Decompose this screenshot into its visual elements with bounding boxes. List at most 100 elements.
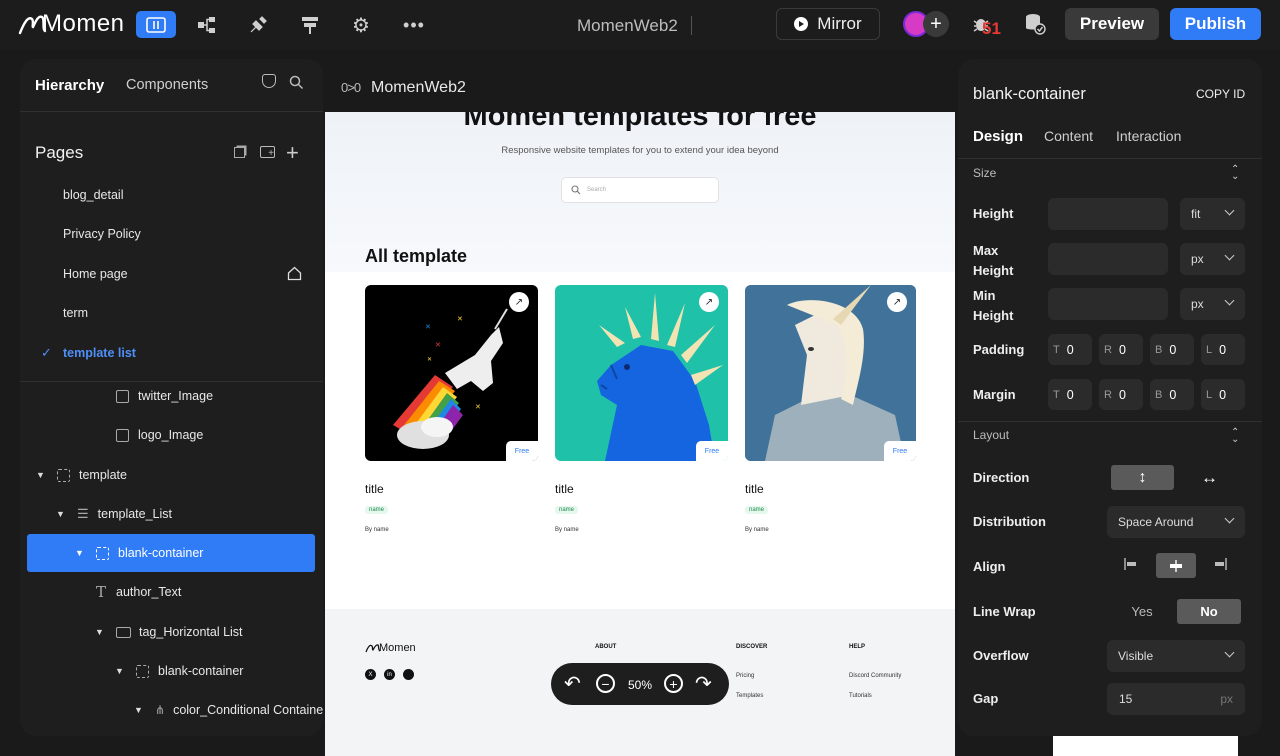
add-collaborator-icon[interactable]: + [923,11,949,37]
open-link-icon[interactable]: ↗ [509,292,529,312]
tree-row-template-list[interactable]: ▼ ☰ template_List [56,495,172,533]
tree-row-blank-container[interactable]: ▼ blank-container [115,652,243,690]
expand-arrow-icon[interactable]: ▼ [36,470,50,480]
overflow-select[interactable]: Visible [1107,640,1245,672]
expand-arrow-icon[interactable]: ▼ [75,548,89,558]
template-card-image[interactable]: ↗ Free [745,285,916,461]
padding-left-input[interactable]: L0 [1201,334,1245,365]
hero-subtitle: Responsive website templates for you to … [501,145,779,156]
redo-icon[interactable]: ↷ [695,671,712,696]
line-wrap-no-button[interactable]: No [1177,599,1241,624]
duplicate-page-icon[interactable] [234,147,245,158]
preview-button[interactable]: Preview [1065,8,1159,40]
tree-row-twitter-image[interactable]: twitter_Image [116,377,213,415]
collapse-layout-icon[interactable]: ⌃ ⌄ [1231,428,1239,445]
margin-left-input[interactable]: L0 [1201,379,1245,410]
search-icon[interactable] [289,75,304,90]
settings-gear-icon[interactable]: ⚙ [348,12,374,38]
section-divider [958,421,1262,422]
svg-text:✕: ✕ [425,324,431,331]
page-item-template-list[interactable]: template list [63,346,136,360]
expand-arrow-icon[interactable]: ▼ [115,666,129,676]
padding-right-input[interactable]: R0 [1099,334,1143,365]
line-wrap-yes-button[interactable]: Yes [1110,599,1174,624]
min-height-unit-value: px [1191,297,1204,311]
data-model-icon[interactable] [194,12,220,38]
tab-content[interactable]: Content [1044,128,1093,144]
page-item-home-page[interactable]: Home page [63,267,128,281]
tree-row-tag-horizontal-list[interactable]: ▼ tag_Horizontal List [95,613,243,651]
min-height-unit-select[interactable]: px [1180,288,1245,320]
expand-arrow-icon[interactable]: ▼ [134,705,148,715]
footer-link-tutorials[interactable]: Tutorials [849,693,872,699]
page-item-privacy-policy[interactable]: Privacy Policy [63,227,141,241]
card-title: title [365,482,384,496]
tree-row-blank-container-selected[interactable]: ▼ blank-container [27,534,315,572]
api-icon[interactable] [297,12,323,38]
free-badge: Free [696,441,728,461]
footer-link-templates[interactable]: Templates [736,693,763,699]
margin-top-input[interactable]: T0 [1048,379,1092,410]
footer-heading-help: HELP [849,644,866,650]
tree-row-author-text[interactable]: T author_Text [96,573,181,611]
zoom-out-icon[interactable]: − [596,674,615,693]
expand-arrow-icon[interactable]: ▼ [95,627,109,637]
tab-interaction[interactable]: Interaction [1116,128,1181,144]
tab-design[interactable]: Design [973,128,1023,145]
height-unit-select[interactable]: fit [1180,198,1245,230]
more-icon[interactable]: ••• [401,12,427,38]
align-start-icon[interactable] [1124,557,1138,571]
tab-components[interactable]: Components [126,77,208,93]
actions-icon[interactable] [245,12,271,38]
canvas-breadcrumb[interactable]: MomenWeb2 [371,79,466,97]
align-center-button[interactable] [1156,553,1196,578]
expand-arrow-icon[interactable]: ▼ [56,509,70,519]
database-check-icon[interactable] [1023,12,1047,36]
margin-left-value: 0 [1219,387,1227,402]
direction-horizontal-button[interactable]: ↔ [1197,465,1222,490]
footer-logo: Momen [365,642,416,654]
footer-link-pricing[interactable]: Pricing [736,673,754,679]
linkedin-icon[interactable]: in [384,669,395,680]
page-canvas[interactable]: Momen templates for free Responsive webs… [325,112,955,756]
zoom-in-icon[interactable]: + [664,674,683,693]
padding-bottom-input[interactable]: B0 [1150,334,1194,365]
distribution-select[interactable]: Space Around [1107,506,1245,538]
mirror-button[interactable]: Mirror [776,8,880,40]
footer-link-discord[interactable]: Discord Community [849,673,901,679]
publish-button[interactable]: Publish [1170,8,1261,40]
direction-vertical-button[interactable]: ↕ [1111,465,1174,490]
add-page-icon[interactable]: + [286,140,299,166]
template-card-image[interactable]: ✕ ✕ ✕ ✕ ✕ ↗ Free [365,285,538,461]
max-height-unit-select[interactable]: px [1180,243,1245,275]
collapse-size-icon[interactable]: ⌃ ⌄ [1231,165,1239,182]
open-link-icon[interactable]: ↗ [887,292,907,312]
tree-row-template[interactable]: ▼ template [36,456,127,494]
add-folder-icon[interactable]: + [260,146,275,159]
tab-hierarchy[interactable]: Hierarchy [35,77,104,94]
card-title: title [745,482,764,496]
layout-view-icon[interactable] [136,11,176,38]
height-input[interactable] [1048,198,1168,230]
momen-logo[interactable]: Momen [18,9,125,39]
max-height-input[interactable] [1048,243,1168,275]
open-link-icon[interactable]: ↗ [699,292,719,312]
template-search-input[interactable]: Search [561,177,719,203]
discord-icon[interactable] [403,669,414,680]
overflow-label: Overflow [973,648,1029,663]
margin-bottom-input[interactable]: B0 [1150,379,1194,410]
tree-row-color-conditional-container[interactable]: ▼ ⋔ color_Conditional Containe [134,691,323,729]
gap-input[interactable]: 15 px [1107,683,1245,715]
copy-id-button[interactable]: COPY ID [1196,87,1245,101]
undo-icon[interactable]: ↶ [564,671,581,696]
min-height-input[interactable] [1048,288,1168,320]
align-end-icon[interactable] [1213,557,1227,571]
github-icon[interactable] [262,74,276,88]
x-social-icon[interactable]: X [365,669,376,680]
template-card-image[interactable]: ↗ Free [555,285,728,461]
padding-top-input[interactable]: T0 [1048,334,1092,365]
margin-right-input[interactable]: R0 [1099,379,1143,410]
page-item-term[interactable]: term [63,306,88,320]
page-item-blog-detail[interactable]: blog_detail [63,188,123,202]
tree-row-logo-image[interactable]: logo_Image [116,416,203,454]
